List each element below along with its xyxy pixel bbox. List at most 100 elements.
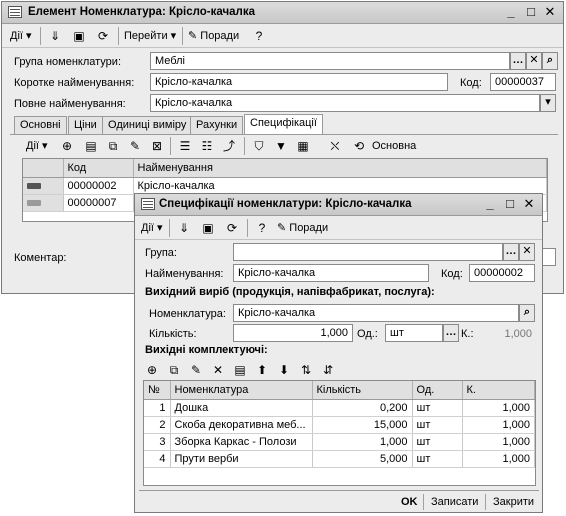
help-icon[interactable]: ? xyxy=(253,219,271,237)
filter-value-icon[interactable]: ▼ xyxy=(272,137,290,155)
refresh-list-icon[interactable]: ⟲ xyxy=(350,137,368,155)
group-select-button[interactable]: … xyxy=(510,52,526,70)
add-icon[interactable]: ⊕ xyxy=(58,137,76,155)
spec-group-clear-button[interactable]: ✕ xyxy=(519,243,535,261)
minimize-button[interactable]: _ xyxy=(482,197,498,212)
full-name-label: Повне найменування: xyxy=(14,98,126,110)
filter-icon[interactable]: ⛉ xyxy=(250,137,268,155)
toolbar-separator xyxy=(40,27,41,45)
spec-unit-select-button[interactable]: … xyxy=(443,324,459,342)
tab-prices[interactable]: Ціни xyxy=(68,116,103,134)
tree-icon[interactable]: ☷ xyxy=(198,137,216,155)
actions-menu[interactable]: Дії ▾ xyxy=(10,27,32,45)
toolbar-separator xyxy=(247,219,248,237)
spec-list-toolbar: Дії ▾ ⊕ ▤ ⧉ ✎ ⊠ ☰ ☷ ⤴ ⛉ ▼ ▦ ⛌ ⟲ Основна xyxy=(14,134,551,158)
tab-specifications[interactable]: Специфікації xyxy=(244,114,323,134)
cell-number: 1 xyxy=(144,399,171,417)
close-button[interactable]: ✕ xyxy=(521,197,537,212)
spec-actions-menu[interactable]: Дії ▾ xyxy=(26,137,48,155)
column-nomenclature[interactable]: Номенклатура xyxy=(170,381,313,400)
save-close-icon[interactable]: ⇓ xyxy=(175,219,193,237)
goto-menu[interactable]: Перейти ▾ xyxy=(124,27,176,45)
minimize-button[interactable]: _ xyxy=(503,5,519,20)
save-close-icon[interactable]: ⇓ xyxy=(46,27,64,45)
short-name-field[interactable]: Крісло-качалка xyxy=(150,73,448,91)
tab-accounts[interactable]: Рахунки xyxy=(190,116,244,134)
spec-hints-button[interactable]: ✎ Поради xyxy=(277,219,328,237)
close-button[interactable]: ✕ xyxy=(542,5,558,20)
filter-list-icon[interactable]: ▦ xyxy=(294,137,312,155)
set-main-button[interactable]: Основна xyxy=(372,137,416,155)
table-row[interactable]: 1 Дошка 0,200 шт 1,000 xyxy=(144,399,535,417)
hierarchy-icon[interactable]: ⤴ xyxy=(220,137,238,155)
spec-nom-field[interactable]: Крісло-качалка xyxy=(233,304,519,322)
spec-name-field[interactable]: Крісло-качалка xyxy=(233,264,429,282)
edit-icon[interactable]: ✎ xyxy=(126,137,144,155)
cell-nomenclature: Зборка Каркас - Полози xyxy=(170,433,313,451)
save-button[interactable]: Записати xyxy=(431,494,478,510)
spec-group-field[interactable] xyxy=(233,243,503,261)
cell-quantity: 15,000 xyxy=(312,416,413,434)
cell-k: 1,000 xyxy=(462,399,535,417)
add-folder-icon[interactable]: ▤ xyxy=(82,137,100,155)
column-k[interactable]: К. xyxy=(462,381,535,400)
row-marker xyxy=(23,194,64,212)
spec-code-field[interactable]: 00000002 xyxy=(469,264,535,282)
refresh-icon[interactable]: ⟳ xyxy=(223,219,241,237)
save-icon[interactable]: ▣ xyxy=(70,27,88,45)
copy-icon[interactable]: ⧉ xyxy=(165,361,183,379)
table-row[interactable]: 2 Скоба декоративна меб... 15,000 шт 1,0… xyxy=(144,416,535,434)
cell-k: 1,000 xyxy=(462,433,535,451)
spec-nom-open-button[interactable]: ⌕ xyxy=(519,304,535,322)
spec-unit-field[interactable]: шт xyxy=(385,324,443,342)
save-icon[interactable]: ▣ xyxy=(199,219,217,237)
help-icon[interactable]: ? xyxy=(250,27,268,45)
main-title: Елемент Номенклатура: Крісло-качалка xyxy=(28,6,256,18)
spec-actions-menu[interactable]: Дії ▾ xyxy=(141,219,163,237)
table-row[interactable]: 3 Зборка Каркас - Полози 1,000 шт 1,000 xyxy=(144,433,535,451)
move-up-icon[interactable]: ⬆ xyxy=(253,361,271,379)
column-code[interactable]: Код xyxy=(63,159,134,178)
column-quantity[interactable]: Кількість xyxy=(312,381,413,400)
table-row[interactable]: 4 Прути верби 5,000 шт 1,000 xyxy=(144,450,535,468)
column-unit[interactable]: Од. xyxy=(412,381,463,400)
tab-units[interactable]: Одиниці виміру xyxy=(102,116,193,134)
delete-icon[interactable]: ⊠ xyxy=(148,137,166,155)
hints-button[interactable]: ✎ Поради xyxy=(188,27,239,45)
toolbar-separator xyxy=(182,27,183,45)
copy-icon[interactable]: ⧉ xyxy=(104,137,122,155)
full-name-field[interactable]: Крісло-качалка xyxy=(150,94,540,112)
clear-filter-icon[interactable]: ⛌ xyxy=(326,137,344,155)
delete-icon[interactable]: ✕ xyxy=(209,361,227,379)
group-clear-button[interactable]: ✕ xyxy=(526,52,542,70)
table-row[interactable]: 00000002 Крісло-качалка xyxy=(23,177,547,195)
column-number[interactable]: № xyxy=(144,381,171,400)
refresh-icon[interactable]: ⟳ xyxy=(94,27,112,45)
end-edit-icon[interactable]: ▤ xyxy=(231,361,249,379)
toolbar-separator xyxy=(244,137,245,155)
sort-asc-icon[interactable]: ⇅ xyxy=(297,361,315,379)
edit-icon[interactable]: ✎ xyxy=(187,361,205,379)
spec-title: Специфікації номенклатури: Крісло-качалк… xyxy=(159,198,412,210)
spec-qty-label: Кількість: xyxy=(149,328,197,340)
list-icon[interactable]: ☰ xyxy=(176,137,194,155)
code-field[interactable]: 00000037 xyxy=(490,73,556,91)
spec-nom-label: Номенклатура: xyxy=(149,308,226,320)
main-toolbar: Дії ▾ ⇓ ▣ ⟳ Перейти ▾ ✎ Поради ? xyxy=(2,24,563,48)
move-down-icon[interactable]: ⬇ xyxy=(275,361,293,379)
close-window-button[interactable]: Закрити xyxy=(493,494,534,510)
group-open-button[interactable]: ⌕ xyxy=(542,52,558,70)
sort-desc-icon[interactable]: ⇵ xyxy=(319,361,337,379)
tab-main[interactable]: Основні xyxy=(14,116,67,134)
column-name[interactable]: Найменування xyxy=(133,159,547,178)
full-name-dropdown[interactable]: ▾ xyxy=(540,94,556,112)
group-field[interactable]: Меблі xyxy=(150,52,510,70)
maximize-button[interactable]: □ xyxy=(502,197,518,212)
components-grid[interactable]: № Номенклатура Кількість Од. К. 1 Дошка … xyxy=(143,380,536,486)
ok-button[interactable]: OK xyxy=(401,494,418,510)
spec-group-select-button[interactable]: … xyxy=(503,243,519,261)
spec-toolbar: Дії ▾ ⇓ ▣ ⟳ ? ✎ Поради xyxy=(135,216,542,240)
spec-qty-field[interactable]: 1,000 xyxy=(233,324,353,342)
add-icon[interactable]: ⊕ xyxy=(143,361,161,379)
maximize-button[interactable]: □ xyxy=(523,5,539,20)
